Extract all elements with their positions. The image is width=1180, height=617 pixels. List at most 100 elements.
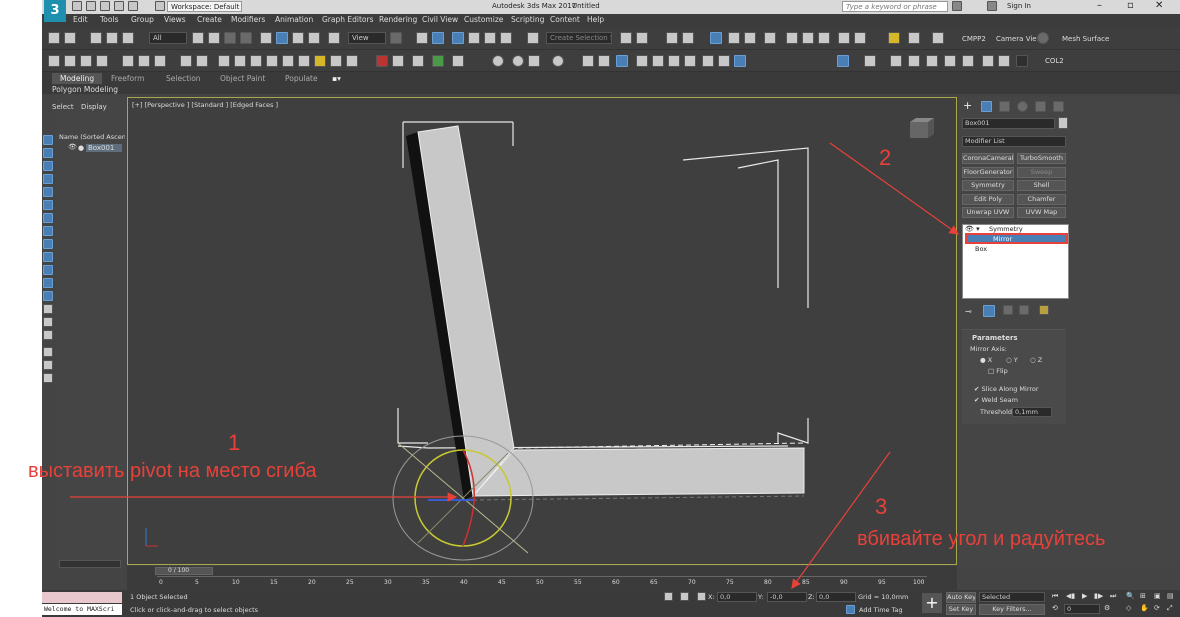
open-file-icon[interactable] xyxy=(86,1,96,11)
camera-free-icon[interactable] xyxy=(346,55,358,67)
viewport-toggle-icon[interactable] xyxy=(908,32,920,44)
menu-help[interactable]: Help xyxy=(587,15,604,24)
maximize-button[interactable]: ▫ xyxy=(1127,0,1134,11)
symmetry-button[interactable]: Symmetry xyxy=(962,180,1014,191)
red-dot-icon[interactable] xyxy=(376,55,388,67)
strip-display-invert-icon[interactable] xyxy=(43,317,53,327)
strip-display-lights-icon[interactable] xyxy=(43,187,53,197)
stack-item-mirror[interactable]: Mirror xyxy=(965,233,1068,244)
threshold-spinner[interactable]: 0,1mm xyxy=(1012,407,1052,417)
remove-modifier-icon[interactable] xyxy=(1019,305,1029,315)
rotate-icon[interactable] xyxy=(276,32,288,44)
ribbon-toggle-icon[interactable] xyxy=(710,32,722,44)
select-by-name-icon[interactable] xyxy=(208,32,220,44)
angle-snap-icon[interactable] xyxy=(468,32,480,44)
snap-active-icon[interactable] xyxy=(616,55,628,67)
dotted-circle-icon[interactable] xyxy=(1037,32,1049,44)
strip-display-none-icon[interactable] xyxy=(43,148,53,158)
shirt-icon[interactable] xyxy=(908,55,920,67)
display-tab-icon[interactable] xyxy=(1035,101,1046,112)
modify-tab-icon[interactable] xyxy=(981,101,992,112)
snap-pivot-icon[interactable] xyxy=(668,55,680,67)
col2-button[interactable]: COL2 xyxy=(1045,57,1064,65)
stack-eye-icon[interactable]: 👁 ▾ xyxy=(965,225,980,233)
move-icon[interactable] xyxy=(260,32,272,44)
selection-region-icon[interactable] xyxy=(224,32,236,44)
chamfer-button[interactable]: Chamfer xyxy=(1017,194,1066,205)
timeline[interactable]: 0 / 100 0 5 10 15 20 25 30 35 40 45 50 5… xyxy=(127,566,957,590)
reference-coordinate-dropdown[interactable]: View xyxy=(348,32,386,44)
menu-create[interactable]: Create xyxy=(197,15,222,24)
turbosmooth-button[interactable]: TurboSmooth xyxy=(1017,153,1066,164)
project-folder-icon[interactable] xyxy=(155,1,165,11)
pin-stack-icon[interactable]: ⊸ xyxy=(965,307,975,317)
time-slider[interactable]: 0 / 100 xyxy=(155,567,213,575)
next-frame-icon[interactable]: ▮▶ xyxy=(1094,592,1103,600)
biped-tool-icon[interactable] xyxy=(962,55,974,67)
modifier-list-dropdown[interactable]: Modifier List xyxy=(962,136,1066,147)
create-tab-icon[interactable]: + xyxy=(963,100,974,112)
rendered-frame-icon[interactable] xyxy=(802,32,814,44)
menu-animation[interactable]: Animation xyxy=(275,15,313,24)
motion-tab-icon[interactable] xyxy=(1017,101,1028,112)
strip-display-warps-icon[interactable] xyxy=(43,226,53,236)
sun-icon[interactable] xyxy=(314,55,326,67)
redo-icon[interactable] xyxy=(128,1,138,11)
strip-funnel-icon[interactable] xyxy=(43,347,53,357)
menu-graph-editors[interactable]: Graph Editors xyxy=(322,15,374,24)
strip-filter-icon[interactable] xyxy=(43,360,53,370)
torus-tool-icon[interactable] xyxy=(266,55,278,67)
place-icon[interactable] xyxy=(308,32,320,44)
box-tool-icon[interactable] xyxy=(48,55,60,67)
zoom-icon[interactable]: 🔍 xyxy=(1126,592,1135,600)
camera-view-button[interactable]: Camera View xyxy=(996,35,1042,43)
search-icon[interactable] xyxy=(952,1,962,11)
slice-along-mirror-checkbox[interactable]: ✔ Slice Along Mirror xyxy=(974,385,1039,393)
normal-align-icon[interactable] xyxy=(598,55,610,67)
layer-explorer-icon[interactable] xyxy=(682,32,694,44)
add-time-tag-button[interactable]: Add Time Tag xyxy=(859,606,903,614)
redo-icon[interactable] xyxy=(64,32,76,44)
isolate-selection-icon[interactable] xyxy=(664,592,673,601)
transform-mode-icon[interactable] xyxy=(697,592,706,601)
scene-states-icon[interactable] xyxy=(932,32,944,44)
menu-customize[interactable]: Customize xyxy=(464,15,503,24)
tab-selection[interactable]: Selection xyxy=(166,74,201,83)
snap-axis-icon[interactable] xyxy=(734,55,746,67)
named-selection-set-dropdown[interactable]: Create Selection Set xyxy=(546,32,612,44)
render-iterative-icon[interactable] xyxy=(838,32,850,44)
undo-icon[interactable] xyxy=(48,32,60,44)
clone-tool-icon[interactable] xyxy=(890,55,902,67)
z-coord-field[interactable]: 0,0 xyxy=(816,592,856,602)
pan-icon[interactable]: ✋ xyxy=(1140,604,1149,612)
add-time-tag-icon[interactable] xyxy=(846,605,855,614)
render-env-icon[interactable] xyxy=(528,55,540,67)
maxscript-listener[interactable]: Welcome to MAXScri xyxy=(42,604,122,615)
user-icon[interactable] xyxy=(987,1,997,11)
strip-display-helpers-icon[interactable] xyxy=(43,213,53,223)
strip-display-shapes-icon[interactable] xyxy=(43,174,53,184)
cmpp2-button[interactable]: CMPP2 xyxy=(962,35,986,43)
close-button[interactable]: ✕ xyxy=(1155,0,1163,11)
key-mode-icon[interactable]: ⟲ xyxy=(1052,604,1058,612)
flip-checkbox[interactable]: □ Flip xyxy=(988,367,1008,375)
strip-sync-icon[interactable] xyxy=(43,373,53,383)
strip-display-all-icon[interactable] xyxy=(43,304,53,314)
menu-content[interactable]: Content xyxy=(550,15,580,24)
unlink-icon[interactable] xyxy=(106,32,118,44)
pyramid-tool-icon[interactable] xyxy=(298,55,310,67)
foliage-icon[interactable] xyxy=(432,55,444,67)
render-production-icon[interactable] xyxy=(818,32,830,44)
snap-tool-icon[interactable] xyxy=(582,55,594,67)
mesh-surface-button[interactable]: Mesh Surface xyxy=(1062,35,1109,43)
current-frame-field[interactable]: 0 xyxy=(1064,604,1100,614)
strip-display-groups-icon[interactable] xyxy=(43,239,53,249)
show-end-result-icon[interactable] xyxy=(983,305,995,317)
maxscript-listener-top[interactable] xyxy=(42,592,122,603)
snap-grid-icon[interactable] xyxy=(702,55,714,67)
scene-explorer-icon[interactable] xyxy=(666,32,678,44)
camera-tool-icon[interactable] xyxy=(138,55,150,67)
object-color-swatch[interactable] xyxy=(1058,117,1068,129)
hierarchy-tab-icon[interactable] xyxy=(999,101,1010,112)
grid-tool-icon[interactable] xyxy=(80,55,92,67)
